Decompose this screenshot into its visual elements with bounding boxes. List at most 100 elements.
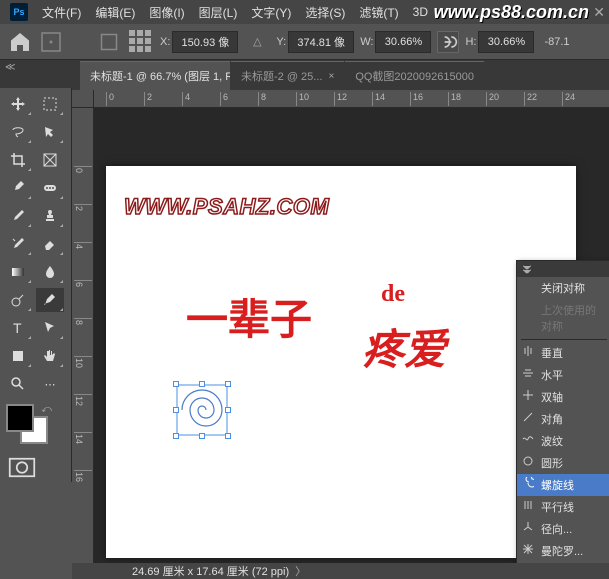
menu-vertical[interactable]: 垂直 xyxy=(517,342,609,364)
menu-select[interactable]: 选择(S) xyxy=(299,2,351,23)
parallel-icon xyxy=(522,499,534,511)
menu-filter[interactable]: 滤镜(T) xyxy=(353,2,404,23)
path-select-tool-icon[interactable] xyxy=(36,316,64,340)
wave-icon xyxy=(522,433,534,445)
tab-label: QQ截图2020092615000 xyxy=(355,68,474,84)
tab-label: 未标题-1 @ 66.7% (图层 1, RGB/8#) * xyxy=(90,68,230,84)
menu-spiral[interactable]: 螺旋线 xyxy=(517,474,609,496)
marquee-tool-icon[interactable] xyxy=(36,92,64,116)
reference-grid-icon[interactable] xyxy=(128,29,154,55)
heal-tool-icon[interactable] xyxy=(36,176,64,200)
canvas-watermark-text: WWW.PSAHZ.COM xyxy=(124,194,329,220)
w-label: W: xyxy=(360,36,373,48)
close-icon[interactable]: × xyxy=(328,71,334,82)
h-input[interactable] xyxy=(478,31,534,53)
menu-drag-handle[interactable] xyxy=(517,261,609,277)
y-input[interactable] xyxy=(288,31,354,53)
pen-tool-icon[interactable] xyxy=(36,288,64,312)
menu-layer[interactable]: 图层(L) xyxy=(193,2,244,23)
menu-file[interactable]: 文件(F) xyxy=(36,2,87,23)
site-watermark: www.ps88.com.cn xyxy=(434,2,589,23)
menu-image[interactable]: 图像(I) xyxy=(143,2,190,23)
x-label: X: xyxy=(160,36,170,48)
diagonal-icon xyxy=(522,411,534,423)
horizontal-icon xyxy=(522,367,534,379)
vertical-icon xyxy=(522,345,534,357)
quickmask-icon[interactable] xyxy=(8,456,36,478)
swap-colors-icon[interactable]: ⤺ xyxy=(41,404,52,415)
y-label: Y: xyxy=(276,36,286,48)
ps-logo-icon: Ps xyxy=(10,3,28,21)
spiral-icon xyxy=(522,477,534,489)
toolbox: T ⋯ ⤺ xyxy=(0,88,72,482)
chevron-right-icon[interactable]: 〉 xyxy=(295,563,306,579)
collapse-arrow-icon[interactable]: ≪ xyxy=(5,62,15,73)
type-tool-icon[interactable]: T xyxy=(4,316,32,340)
status-bar: 24.69 厘米 x 17.64 厘米 (72 ppi) 〉 xyxy=(72,563,609,579)
tab-label: 未标题-2 @ 25... xyxy=(241,68,322,84)
dual-icon xyxy=(522,389,534,401)
more-tools-icon[interactable]: ⋯ xyxy=(36,372,64,396)
menu-close-symmetry[interactable]: 关闭对称 xyxy=(517,277,609,299)
document-tabs: 未标题-1 @ 66.7% (图层 1, RGB/8#) * × 未标题-2 @… xyxy=(0,60,609,90)
menu-wave[interactable]: 波纹 xyxy=(517,430,609,452)
crop-tool-icon[interactable] xyxy=(4,148,32,172)
brush-tool-icon[interactable] xyxy=(4,204,32,228)
move-tool-icon[interactable] xyxy=(4,92,32,116)
spiral-transform-box[interactable] xyxy=(176,384,228,436)
shape-tool-icon[interactable] xyxy=(4,344,32,368)
eraser-tool-icon[interactable] xyxy=(36,232,64,256)
menu-mandala[interactable]: 曼陀罗... xyxy=(517,540,609,562)
symmetry-context-menu: 关闭对称 上次使用的对称 垂直 水平 双轴 对角 波纹 圆形 螺旋线 平行线 径… xyxy=(516,260,609,563)
canvas-text-1: 一辈子 xyxy=(186,286,312,347)
menu-parallel[interactable]: 平行线 xyxy=(517,496,609,518)
eyedropper-tool-icon[interactable] xyxy=(4,176,32,200)
lasso-tool-icon[interactable] xyxy=(4,120,32,144)
radial-icon xyxy=(522,521,534,533)
delta-icon[interactable]: △ xyxy=(244,29,270,55)
link-wh-icon[interactable] xyxy=(437,31,459,53)
svg-text:T: T xyxy=(13,320,22,336)
ruler-origin[interactable] xyxy=(72,90,94,108)
stamp-tool-icon[interactable] xyxy=(36,204,64,228)
menu-diagonal[interactable]: 对角 xyxy=(517,408,609,430)
fg-color-swatch[interactable] xyxy=(6,404,34,432)
menu-radial[interactable]: 径向... xyxy=(517,518,609,540)
tab-doc1[interactable]: 未标题-1 @ 66.7% (图层 1, RGB/8#) * × xyxy=(80,61,230,90)
color-swatches[interactable]: ⤺ xyxy=(6,404,66,444)
dodge-tool-icon[interactable] xyxy=(4,288,32,312)
w-input[interactable] xyxy=(375,31,431,53)
ruler-horizontal[interactable]: 024681012141618202224 xyxy=(94,90,609,108)
frame-tool-icon[interactable] xyxy=(36,148,64,172)
menu-dual[interactable]: 双轴 xyxy=(517,386,609,408)
transform-toggle-icon[interactable] xyxy=(38,29,64,55)
x-input[interactable] xyxy=(172,31,238,53)
options-bar: X: △ Y: W: H: -87.1 xyxy=(0,24,609,60)
window-close-icon[interactable]: ✕ xyxy=(593,4,605,21)
h-label: H: xyxy=(465,36,476,48)
menu-type[interactable]: 文字(Y) xyxy=(245,2,297,23)
history-brush-tool-icon[interactable] xyxy=(4,232,32,256)
canvas-text-3: 疼爱 xyxy=(362,316,446,377)
home-icon[interactable] xyxy=(8,30,32,54)
mandala-icon xyxy=(522,543,534,555)
canvas-text-2: de xyxy=(381,281,405,308)
document-canvas[interactable]: WWW.PSAHZ.COM 一辈子 de 疼爱 xyxy=(106,166,576,558)
hand-tool-icon[interactable] xyxy=(36,344,64,368)
doc-dimensions: 24.69 厘米 x 17.64 厘米 (72 ppi) xyxy=(132,563,289,579)
gradient-tool-icon[interactable] xyxy=(4,260,32,284)
menu-last-symmetry: 上次使用的对称 xyxy=(517,299,609,337)
menu-circle[interactable]: 圆形 xyxy=(517,452,609,474)
zoom-tool-icon[interactable] xyxy=(4,372,32,396)
menu-3d[interactable]: 3D xyxy=(407,3,434,21)
tab-doc3[interactable]: QQ截图2020092615000 xyxy=(345,61,484,90)
tab-doc2[interactable]: 未标题-2 @ 25... × xyxy=(231,61,344,90)
reference-point-icon[interactable] xyxy=(96,29,122,55)
quickselect-tool-icon[interactable] xyxy=(36,120,64,144)
canvas-area: 024681012141618202224 0246810121416 WWW.… xyxy=(72,90,609,563)
menu-edit[interactable]: 编辑(E) xyxy=(89,2,141,23)
circle-icon xyxy=(522,455,534,467)
ruler-vertical[interactable]: 0246810121416 xyxy=(72,108,94,563)
menu-horizontal[interactable]: 水平 xyxy=(517,364,609,386)
blur-tool-icon[interactable] xyxy=(36,260,64,284)
